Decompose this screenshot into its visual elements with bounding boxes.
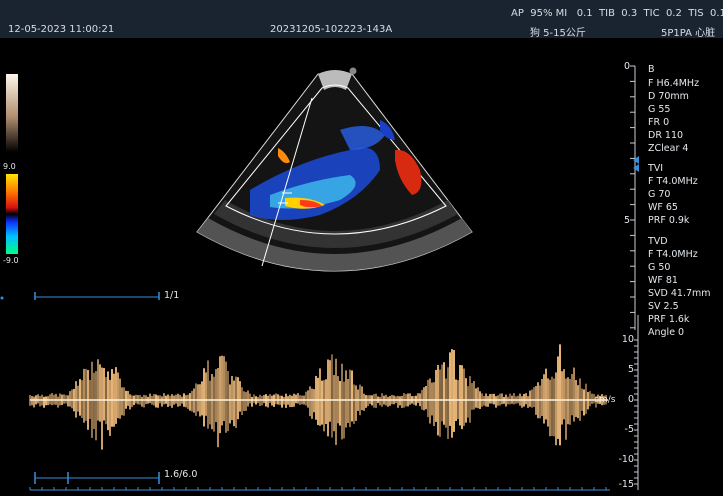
velocity-label: -5 [624,424,634,435]
tvd-sample-depth: SVD 41.7mm [648,288,711,299]
depth-scale-ticks [630,65,636,330]
tvi-title: TVI [648,163,664,174]
tvi-frequency: F T4.0MHz [648,176,698,187]
tvd-frequency: F T4.0MHz [648,249,698,260]
depth-label-5: 5 [623,215,630,226]
tvi-wall-filter: WF 65 [648,202,678,213]
b-mode-frequency: F H6.4MHz [648,78,700,89]
tvd-sample-volume: SV 2.5 [648,301,679,312]
b-mode-gain: G 55 [648,104,671,115]
velocity-label: -10 [618,454,634,465]
b-mode-zclear: ZClear 4 [648,143,689,154]
velocity-unit: cm/s [594,395,616,405]
b-mode-depth: D 70mm [648,91,689,102]
tvd-gain: G 50 [648,262,671,273]
velocity-scale-ticks [634,315,639,490]
depth-label-0: 0 [623,61,630,72]
doppler-spectrum [29,344,607,450]
tvi-prf: PRF 0.9k [648,215,690,226]
b-mode-frame-rate: FR 0 [648,117,670,128]
velocity-label: 10 [621,334,634,345]
ultrasound-canvas [0,65,639,491]
velocity-label: 5 [627,364,634,375]
velocity-label: -15 [618,479,634,490]
tvd-wall-filter: WF 81 [648,275,678,286]
cine-counter-top: 1/1 [164,290,180,301]
b-mode-title: B [648,64,655,75]
cine-counter-bottom: 1.6/6.0 [164,469,198,480]
time-axis-ticks [29,487,610,491]
tvi-gain: G 70 [648,189,671,200]
tvd-title: TVD [648,236,668,247]
b-mode-dynamic-range: DR 110 [648,130,684,141]
tvd-prf: PRF 1.6k [648,314,690,325]
tvd-angle: Angle 0 [648,327,685,338]
